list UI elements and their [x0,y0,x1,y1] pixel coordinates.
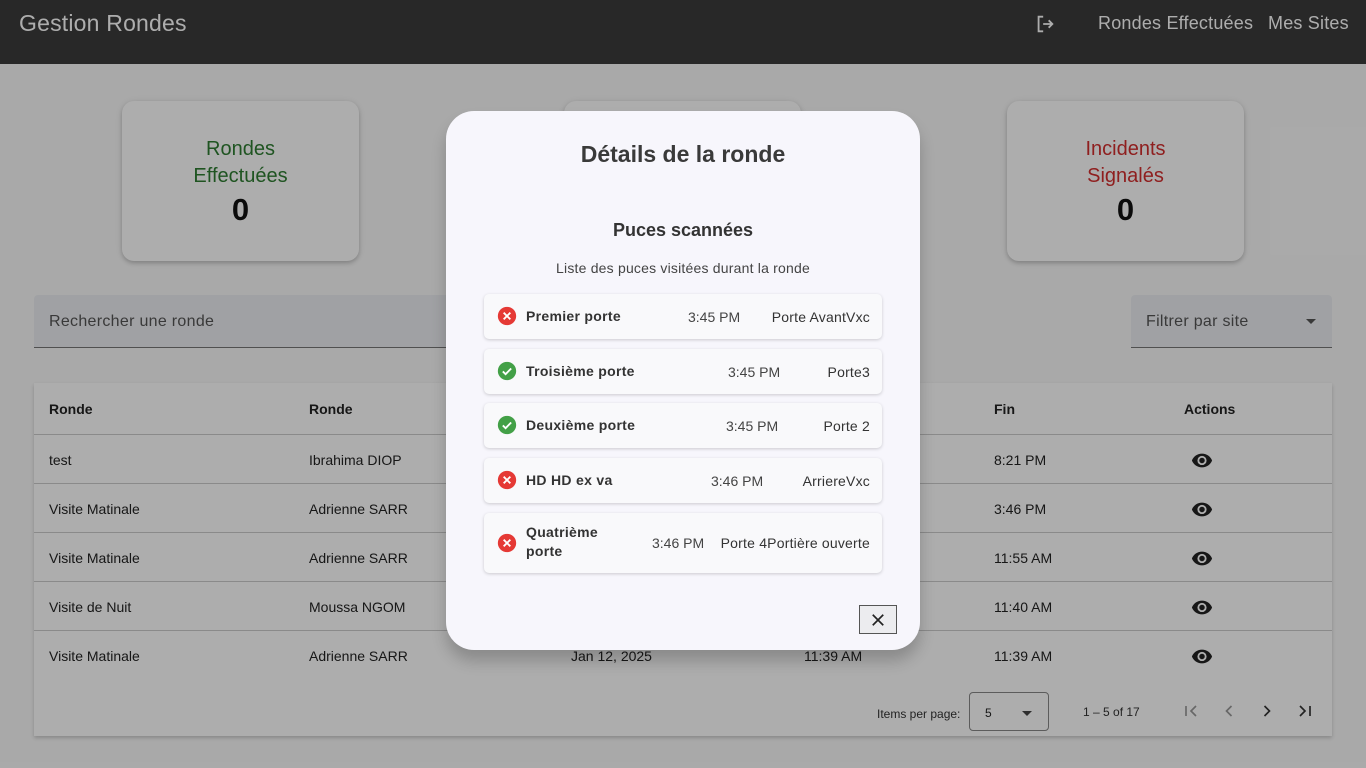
chip-name-line-1: Quatrième [526,524,598,540]
error-circle-icon [497,306,517,326]
error-circle-icon [497,533,517,553]
ronde-details-dialog: Détails de la ronde Puces scannées Liste… [446,111,920,650]
chip-time: 3:46 PM [711,473,764,489]
close-icon [872,613,884,626]
chip-time: 3:45 PM [728,364,781,380]
scanned-chip-item: Quatrième porte 3:46 PM Porte 4Portière … [484,513,882,573]
chip-location: Porte 2 [823,418,870,434]
chip-location: Porte3 [827,364,870,380]
scanned-chip-item: Deuxième porte 3:45 PM Porte 2 [484,403,882,448]
scanned-chip-item: Troisième porte 3:45 PM Porte3 [484,349,882,394]
chip-location: Porte 4Portière ouverte [720,535,870,551]
chip-name-line-2: porte [526,543,563,559]
dialog-title: Détails de la ronde [580,141,786,167]
scanned-chip-item: HD HD ex va 3:46 PM ArriereVxc [484,458,882,503]
dialog-description: Liste des puces visitées durant la ronde [556,260,810,276]
check-circle-icon [497,415,517,435]
dialog-subtitle: Puces scannées [612,220,754,240]
close-dialog-button[interactable] [859,605,897,634]
chip-time: 3:45 PM [688,309,741,325]
chip-time: 3:46 PM [652,535,705,551]
error-circle-icon [497,470,517,490]
chip-location: ArriereVxc [802,473,870,489]
check-circle-icon [497,361,517,381]
chip-time: 3:45 PM [726,418,779,434]
chip-location: Porte AvantVxc [771,309,870,325]
chip-name: HD HD ex va [526,472,613,488]
chip-name: Premier porte [526,308,621,324]
chip-name: Troisième porte [526,363,635,379]
chip-name: Deuxième porte [526,417,636,433]
scanned-chip-item: Premier porte 3:45 PM Porte AvantVxc [484,294,882,339]
